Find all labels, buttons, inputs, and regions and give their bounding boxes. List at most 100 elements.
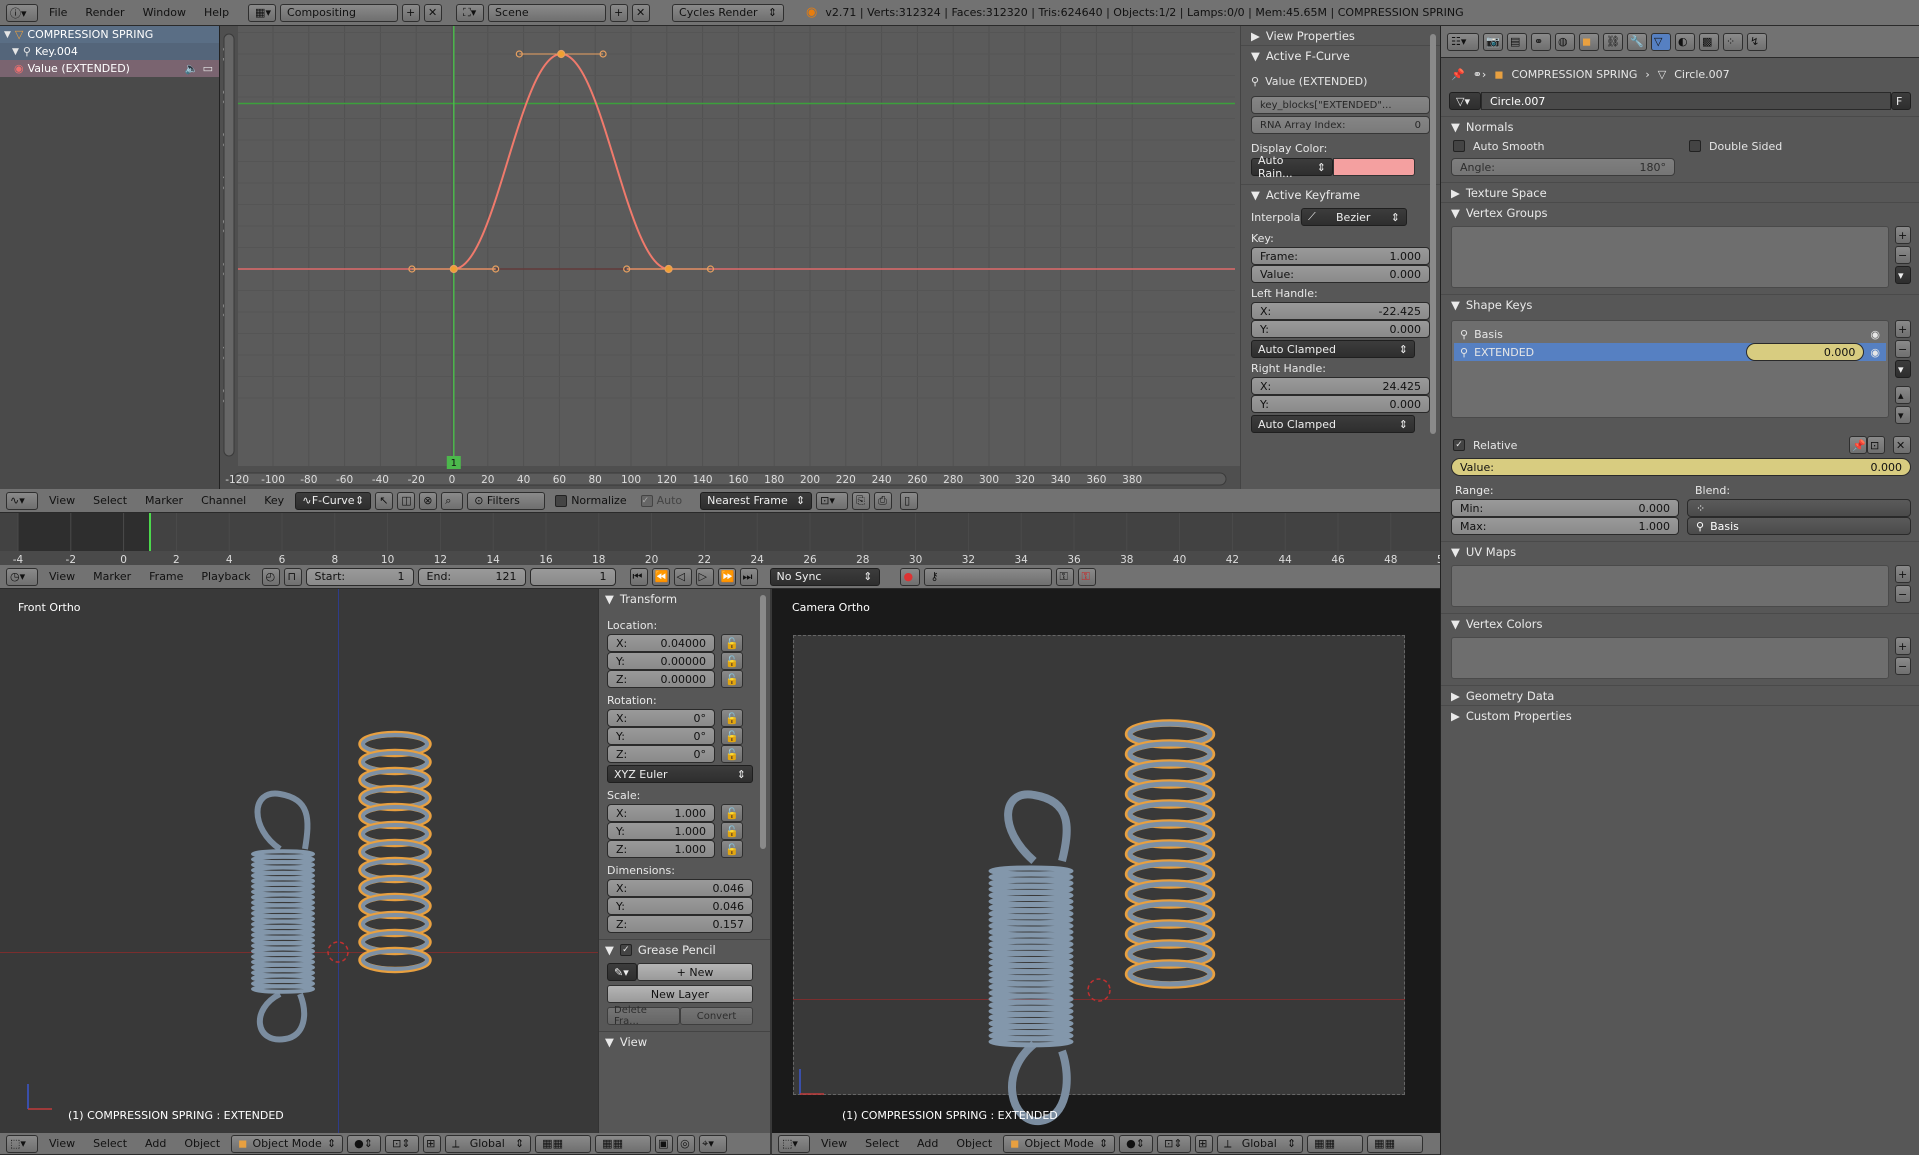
keyframe-point[interactable] [664, 264, 673, 274]
3d-editor-type-button[interactable]: ⬚▾ [6, 1134, 38, 1153]
grease-pencil-header[interactable]: ▼ ✓ Grease Pencil [599, 939, 770, 959]
auto-normalize-checkbox[interactable]: ✓ [640, 494, 653, 507]
physics-tab-icon[interactable]: ↯ [1747, 32, 1767, 51]
remove-scene-button[interactable]: ✕ [632, 3, 651, 22]
mesh-browse-button[interactable]: ▽▾ [1449, 92, 1481, 110]
timeline[interactable]: -4 -2 0 2 4 6 8 10 12 14 16 18 20 22 24 26 28 30 32 34 36 38 4… [0, 513, 1440, 565]
particles-tab-icon[interactable]: ⁘ [1723, 32, 1743, 51]
location-z-field[interactable]: Z: 0.00000 [607, 670, 715, 688]
3d-menu-add[interactable]: Add [138, 1137, 173, 1150]
play-icon[interactable]: ▷ [695, 567, 714, 586]
lock-scale-z-icon[interactable]: 🔓 [721, 840, 743, 858]
shading-select[interactable]: ●⇕ [347, 1134, 382, 1153]
only-errors-icon[interactable]: ⊗ [419, 491, 438, 510]
dimension-z-field[interactable]: Z: 0.157 [607, 915, 753, 933]
modifiers-tab-icon[interactable]: 🔧 [1627, 32, 1647, 51]
rotation-y-field[interactable]: Y: 0° [607, 727, 715, 745]
graph-editor-type-button[interactable]: ∿▾ [6, 491, 38, 510]
transform-orientation-select[interactable]: ⟂ Global ⇕ [1217, 1134, 1304, 1153]
add-layout-button[interactable]: + [402, 3, 421, 22]
visibility-eye-icon[interactable]: ◉ [14, 62, 24, 75]
constraints-tab-icon[interactable]: ⛓ [1603, 32, 1623, 51]
range-min-field[interactable]: Min: 0.000 [1451, 499, 1679, 517]
jump-start-icon[interactable]: ⏮ [629, 567, 648, 586]
move-shape-key-down-button[interactable]: ▾ [1895, 406, 1911, 424]
3d-editor-type-button[interactable]: ⬚▾ [778, 1134, 810, 1153]
render-tab-icon[interactable]: 📷 [1483, 32, 1503, 51]
add-vertex-color-button[interactable]: + [1895, 637, 1911, 655]
3d-menu-add[interactable]: Add [910, 1137, 945, 1150]
3d-menu-view[interactable]: View [42, 1137, 82, 1150]
insert-keyframe-icon[interactable]: ⚿ [1055, 567, 1074, 586]
material-tab-icon[interactable]: ◐ [1675, 32, 1695, 51]
transform-orientation-select[interactable]: ⟂ Global ⇕ [445, 1134, 532, 1153]
vertex-colors-header[interactable]: ▼ Vertex Colors [1441, 613, 1919, 633]
keyframe-point[interactable] [557, 49, 566, 59]
view-properties-header[interactable]: ▶ View Properties [1241, 26, 1440, 46]
prev-keyframe-icon[interactable]: ⏪ [651, 567, 670, 586]
lock-rotation-x-icon[interactable]: 🔓 [721, 709, 743, 727]
texture-space-header[interactable]: ▶ Texture Space [1441, 182, 1919, 202]
fake-user-button[interactable]: F [1891, 92, 1911, 110]
search-icon[interactable]: ⌕ [441, 491, 464, 510]
remove-shape-key-button[interactable]: − [1895, 340, 1911, 358]
pivot-point-select[interactable]: ⊡⇕ [385, 1134, 420, 1153]
clear-weights-icon[interactable]: ✕ [1893, 436, 1911, 454]
only-selected-icon[interactable]: ↖ [375, 491, 394, 510]
menu-window[interactable]: Window [136, 6, 193, 19]
location-x-field[interactable]: X: 0.04000 [607, 634, 715, 652]
lock-scale-y-icon[interactable]: 🔓 [721, 822, 743, 840]
layers-grid[interactable]: ▦▦ [1307, 1134, 1364, 1153]
graph-menu-view[interactable]: View [42, 494, 82, 507]
3d-menu-select[interactable]: Select [858, 1137, 906, 1150]
pivot-icon[interactable]: ⊡▾ [816, 491, 849, 510]
sync-mode-select[interactable]: No Sync ⇕ [769, 567, 880, 586]
shape-key-value-field[interactable]: 0.000 [1746, 343, 1865, 361]
lock-scale-x-icon[interactable]: 🔓 [721, 804, 743, 822]
dimension-x-field[interactable]: X: 0.046 [607, 879, 753, 897]
proportional-edit-icon[interactable]: ◎ [677, 1134, 696, 1153]
layers-grid-2[interactable]: ▦▦ [1367, 1134, 1424, 1153]
vertex-group-menu-button[interactable]: ▾ [1895, 266, 1911, 284]
lock-location-y-icon[interactable]: 🔓 [721, 652, 743, 670]
shape-keys-header[interactable]: ▼ Shape Keys [1441, 294, 1919, 314]
remove-vertex-color-button[interactable]: − [1895, 657, 1911, 675]
object-mode-select[interactable]: ◼ Object Mode ⇕ [1003, 1134, 1116, 1153]
paste-keyframes-icon[interactable]: ⎙ [874, 491, 893, 510]
custom-properties-header[interactable]: ▶ Custom Properties [1441, 705, 1919, 725]
lock-rotation-z-icon[interactable]: 🔓 [721, 745, 743, 763]
left-handle-y-field[interactable]: Y: 0.000 [1251, 320, 1430, 338]
edit-mode-shape-icon[interactable]: ⊡ [1867, 436, 1885, 454]
graph-editor[interactable]: 1.21.00.80.60.40.20.0-0.2-0.4-0.6-160-14… [220, 26, 1240, 489]
convert-button[interactable]: Convert [680, 1007, 753, 1025]
rotation-mode-select[interactable]: XYZ Euler ⇕ [607, 765, 753, 783]
active-keyframe-header[interactable]: ▼ Active Keyframe [1241, 184, 1440, 204]
key-frame-field[interactable]: Frame: 1.000 [1251, 247, 1430, 265]
delete-frame-button[interactable]: Delete Fra... [607, 1005, 680, 1027]
rna-path-field[interactable]: key_blocks["EXTENDED"... [1251, 96, 1430, 114]
panel-scrollbar[interactable] [1430, 34, 1436, 434]
viewport-right[interactable]: Camera Ortho (1) COMPRESSION SPRING : EX… [772, 589, 1440, 1133]
properties-editor-type-button[interactable]: ☷▾ [1447, 32, 1479, 51]
new-grease-pencil-button[interactable]: + New [637, 963, 753, 981]
timeline-menu-view[interactable]: View [42, 570, 82, 583]
auto-smooth-checkbox[interactable] [1453, 140, 1465, 152]
blend-relative-key-field[interactable]: ⚲ Basis [1687, 517, 1911, 535]
rna-array-index-field[interactable]: RNA Array Index: 0 [1251, 116, 1430, 134]
display-color-mode-select[interactable]: Auto Rain... ⇕ [1251, 154, 1333, 180]
dimension-y-field[interactable]: Y: 0.046 [607, 897, 753, 915]
next-keyframe-icon[interactable]: ⏩ [717, 567, 736, 586]
menu-help[interactable]: Help [197, 6, 236, 19]
auto-smooth-angle-field[interactable]: Angle: 180° [1451, 158, 1675, 176]
left-handle-type-select[interactable]: Auto Clamped ⇕ [1251, 340, 1415, 358]
range-max-field[interactable]: Max: 1.000 [1451, 517, 1679, 535]
delete-keyframe-icon[interactable]: ⚿ [1077, 567, 1096, 586]
location-y-field[interactable]: Y: 0.00000 [607, 652, 715, 670]
interpolation-select[interactable]: ⟋ Bezier ⇕ [1301, 208, 1407, 226]
3d-menu-object[interactable]: Object [949, 1137, 999, 1150]
pin-shape-key-icon[interactable]: 📌 [1849, 436, 1867, 454]
3d-menu-object[interactable]: Object [177, 1137, 227, 1150]
add-scene-button[interactable]: + [610, 3, 629, 22]
scene-select[interactable]: Scene [488, 3, 607, 22]
rotation-x-field[interactable]: X: 0° [607, 709, 715, 727]
